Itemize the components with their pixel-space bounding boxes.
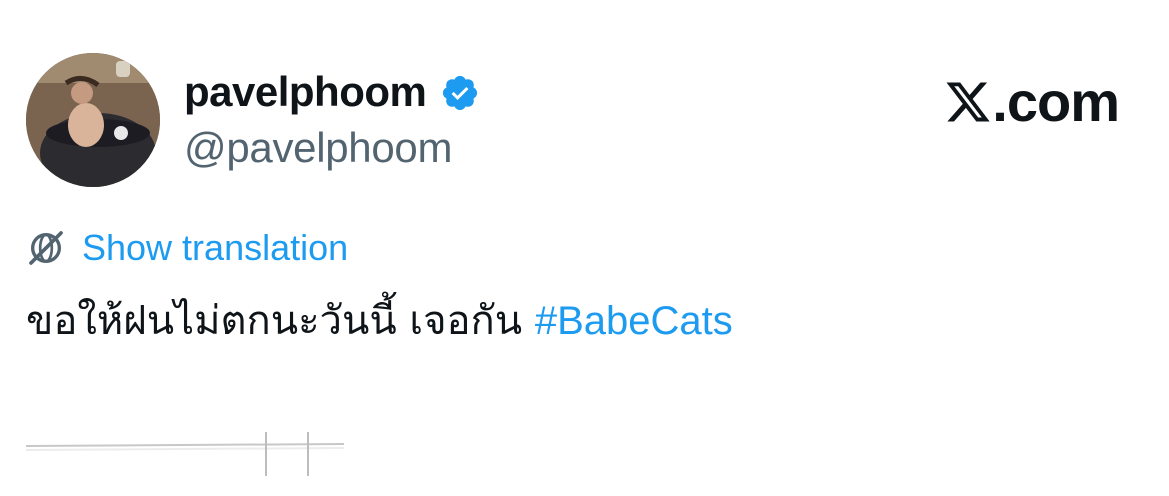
site-domain-text: .com: [992, 70, 1120, 133]
show-translation-button[interactable]: Show translation: [26, 226, 348, 270]
hashtag-link[interactable]: #BabeCats: [535, 299, 733, 343]
author-name-row: pavelphoom: [184, 68, 480, 116]
author-handle[interactable]: @pavelphoom: [184, 124, 452, 172]
show-translation-label: Show translation: [82, 227, 349, 268]
x-logo-icon: [946, 82, 990, 122]
author-display-name[interactable]: pavelphoom: [184, 68, 427, 116]
tweet-text: ขอให้ฝนไม่ตกนะวันนี้ เจอกัน #BabeCats: [26, 290, 733, 352]
media-preview-edge: [26, 432, 345, 476]
site-logo: .com: [944, 70, 1120, 133]
avatar[interactable]: [26, 53, 160, 187]
tweet-body: ขอให้ฝนไม่ตกนะวันนี้ เจอกัน: [26, 298, 535, 344]
avatar-photo: [26, 53, 160, 187]
verified-badge-icon: [443, 75, 478, 111]
globe-icon: [29, 231, 63, 265]
